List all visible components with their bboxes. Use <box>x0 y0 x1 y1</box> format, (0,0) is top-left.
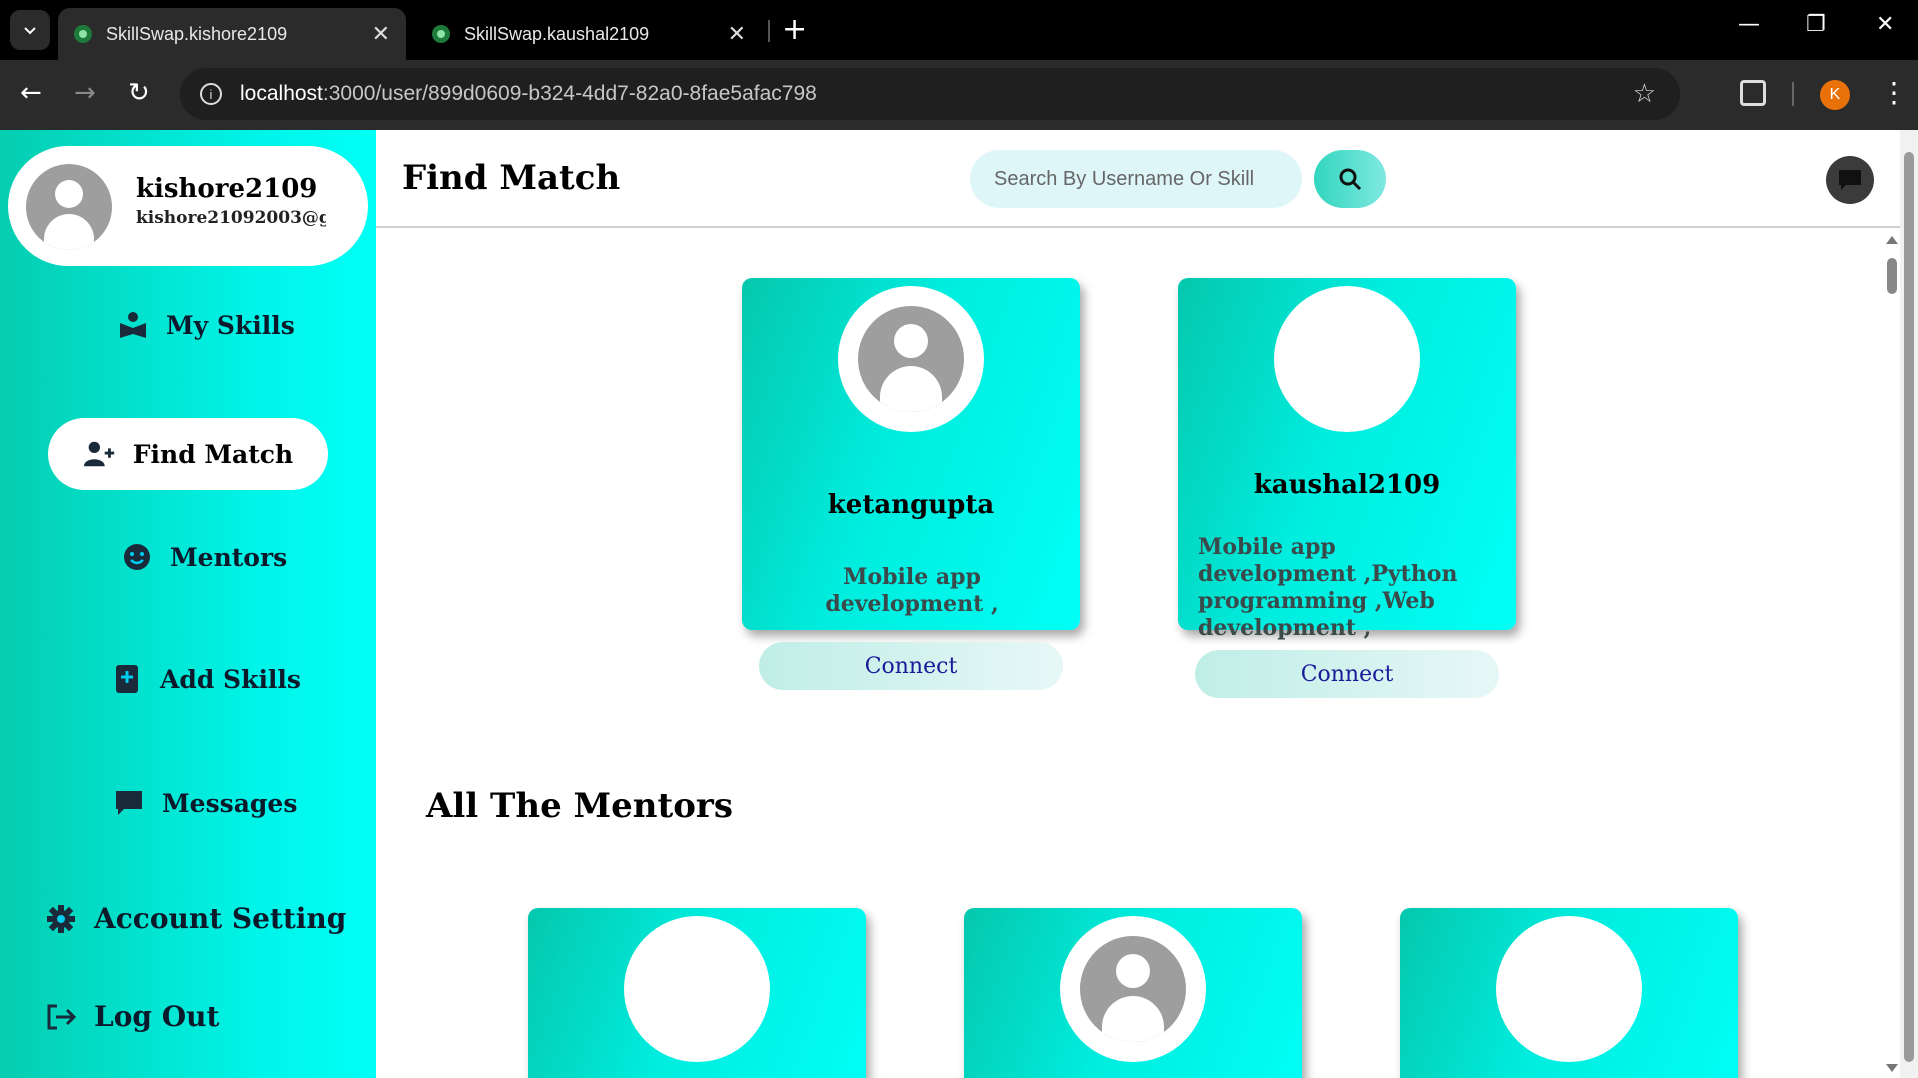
avatar <box>838 286 984 432</box>
gear-icon <box>44 904 78 934</box>
main-header: Find Match <box>376 130 1900 228</box>
sidebar-item-label: Find Match <box>132 439 294 469</box>
favicon-icon <box>432 25 450 43</box>
avatar <box>26 164 112 250</box>
match-skills: Mobile app development , <box>825 564 999 617</box>
restore-icon[interactable]: ❐ <box>1806 12 1826 37</box>
toolbar-divider <box>1792 82 1794 106</box>
sidebar-item-label: My Skills <box>166 310 295 340</box>
close-tab-icon[interactable]: ✕ <box>372 21 390 47</box>
user-silhouette-icon <box>1116 954 1150 988</box>
message-icon <box>112 788 146 818</box>
tab-title: SkillSwap.kishore2109 <box>106 23 288 44</box>
page-scroll-thumb[interactable] <box>1904 152 1914 1062</box>
main-content: ketangupta Mobile app development , Conn… <box>376 230 1900 1078</box>
connect-button[interactable]: Connect <box>759 642 1063 690</box>
search-input[interactable] <box>970 150 1302 208</box>
chevron-down-icon <box>24 27 36 35</box>
book-reader-icon <box>116 310 150 340</box>
search-button[interactable] <box>1314 150 1386 208</box>
user-plus-icon <box>83 439 117 469</box>
search-icon <box>1339 168 1362 191</box>
user-silhouette-icon <box>55 180 83 208</box>
sidebar-item-log-out[interactable]: Log Out <box>44 1000 219 1033</box>
tab-divider <box>768 20 770 42</box>
mentors-section-title: All The Mentors <box>426 786 733 826</box>
favicon-icon <box>74 25 92 43</box>
match-skills: Mobile app development ,Python programmi… <box>1198 534 1458 641</box>
url-host: localhost <box>240 82 323 105</box>
browser-tab[interactable]: SkillSwap.kaushal2109 ✕ <box>416 8 762 60</box>
logout-icon <box>44 1002 78 1032</box>
sidebar-item-label: Account Setting <box>94 902 347 935</box>
forward-icon[interactable]: → <box>74 78 96 108</box>
sidebar-item-label: Add Skills <box>160 664 302 694</box>
message-icon <box>1839 170 1861 190</box>
avatar <box>1060 916 1206 1062</box>
sidebar-item-my-skills[interactable]: My Skills <box>116 310 295 340</box>
avatar <box>1274 286 1420 432</box>
smile-icon <box>120 542 154 572</box>
close-tab-icon[interactable]: ✕ <box>728 21 746 47</box>
sidebar-item-messages[interactable]: Messages <box>112 788 297 818</box>
scroll-down-icon[interactable] <box>1886 1064 1898 1072</box>
sidebar: kishore2109 kishore21092003@gn My Skills… <box>0 130 376 1078</box>
match-username: kaushal2109 <box>1253 470 1441 500</box>
address-bar[interactable]: i localhost:3000/user/899d0609-b324-4dd7… <box>180 68 1680 120</box>
new-tab-icon[interactable]: + <box>782 12 807 47</box>
back-icon[interactable]: ← <box>20 78 42 108</box>
page-title: Find Match <box>402 158 621 198</box>
menu-kebab-icon[interactable]: ⋮ <box>1880 76 1908 109</box>
sidebar-item-label: Messages <box>162 788 298 818</box>
mentor-card <box>964 908 1302 1078</box>
sidebar-item-label: Mentors <box>170 542 288 572</box>
connect-button[interactable]: Connect <box>1195 650 1499 698</box>
tab-title: SkillSwap.kaushal2109 <box>464 23 650 44</box>
match-username: ketangupta <box>827 490 995 520</box>
sidebar-item-find-match[interactable]: Find Match <box>48 418 328 490</box>
close-window-icon[interactable]: ✕ <box>1876 12 1894 37</box>
bookmark-star-icon[interactable]: ☆ <box>1633 78 1656 109</box>
avatar <box>624 916 770 1062</box>
sidebar-item-label: Log Out <box>94 1000 220 1033</box>
profile-avatar[interactable]: K <box>1820 80 1850 110</box>
book-plus-icon <box>110 664 144 694</box>
scroll-thumb[interactable] <box>1887 258 1897 294</box>
browser-tab-bar: SkillSwap.kishore2109 ✕ SkillSwap.kausha… <box>0 0 1918 60</box>
browser-toolbar: ← → ↻ i localhost:3000/user/899d0609-b32… <box>0 60 1918 130</box>
reload-icon[interactable]: ↻ <box>128 78 150 108</box>
minimize-icon[interactable]: — <box>1738 12 1760 37</box>
tab-search-button[interactable] <box>10 10 50 50</box>
avatar <box>1496 916 1642 1062</box>
page-scrollbar[interactable] <box>1900 130 1918 1078</box>
match-card: ketangupta Mobile app development , Conn… <box>742 278 1080 690</box>
user-email: kishore21092003@gn <box>136 208 326 228</box>
match-card: kaushal2109 Mobile app development ,Pyth… <box>1178 278 1516 698</box>
site-info-icon[interactable]: i <box>200 83 222 105</box>
chat-button[interactable] <box>1826 156 1874 204</box>
url-path: :3000/user/899d0609-b324-4dd7-82a0-8fae5… <box>322 82 817 105</box>
scroll-up-icon[interactable] <box>1886 236 1898 244</box>
sidebar-item-account-setting[interactable]: Account Setting <box>44 902 346 935</box>
user-silhouette-icon <box>894 324 928 358</box>
content-scrollbar[interactable] <box>1882 230 1900 1078</box>
user-profile-card[interactable]: kishore2109 kishore21092003@gn <box>8 146 368 266</box>
mentor-card <box>528 908 866 1078</box>
mentor-card <box>1400 908 1738 1078</box>
sidebar-item-mentors[interactable]: Mentors <box>120 542 287 572</box>
sidebar-item-add-skills[interactable]: Add Skills <box>110 664 301 694</box>
browser-tab-active[interactable]: SkillSwap.kishore2109 ✕ <box>58 8 406 60</box>
extensions-icon[interactable] <box>1740 80 1766 106</box>
username: kishore2109 <box>136 174 318 204</box>
